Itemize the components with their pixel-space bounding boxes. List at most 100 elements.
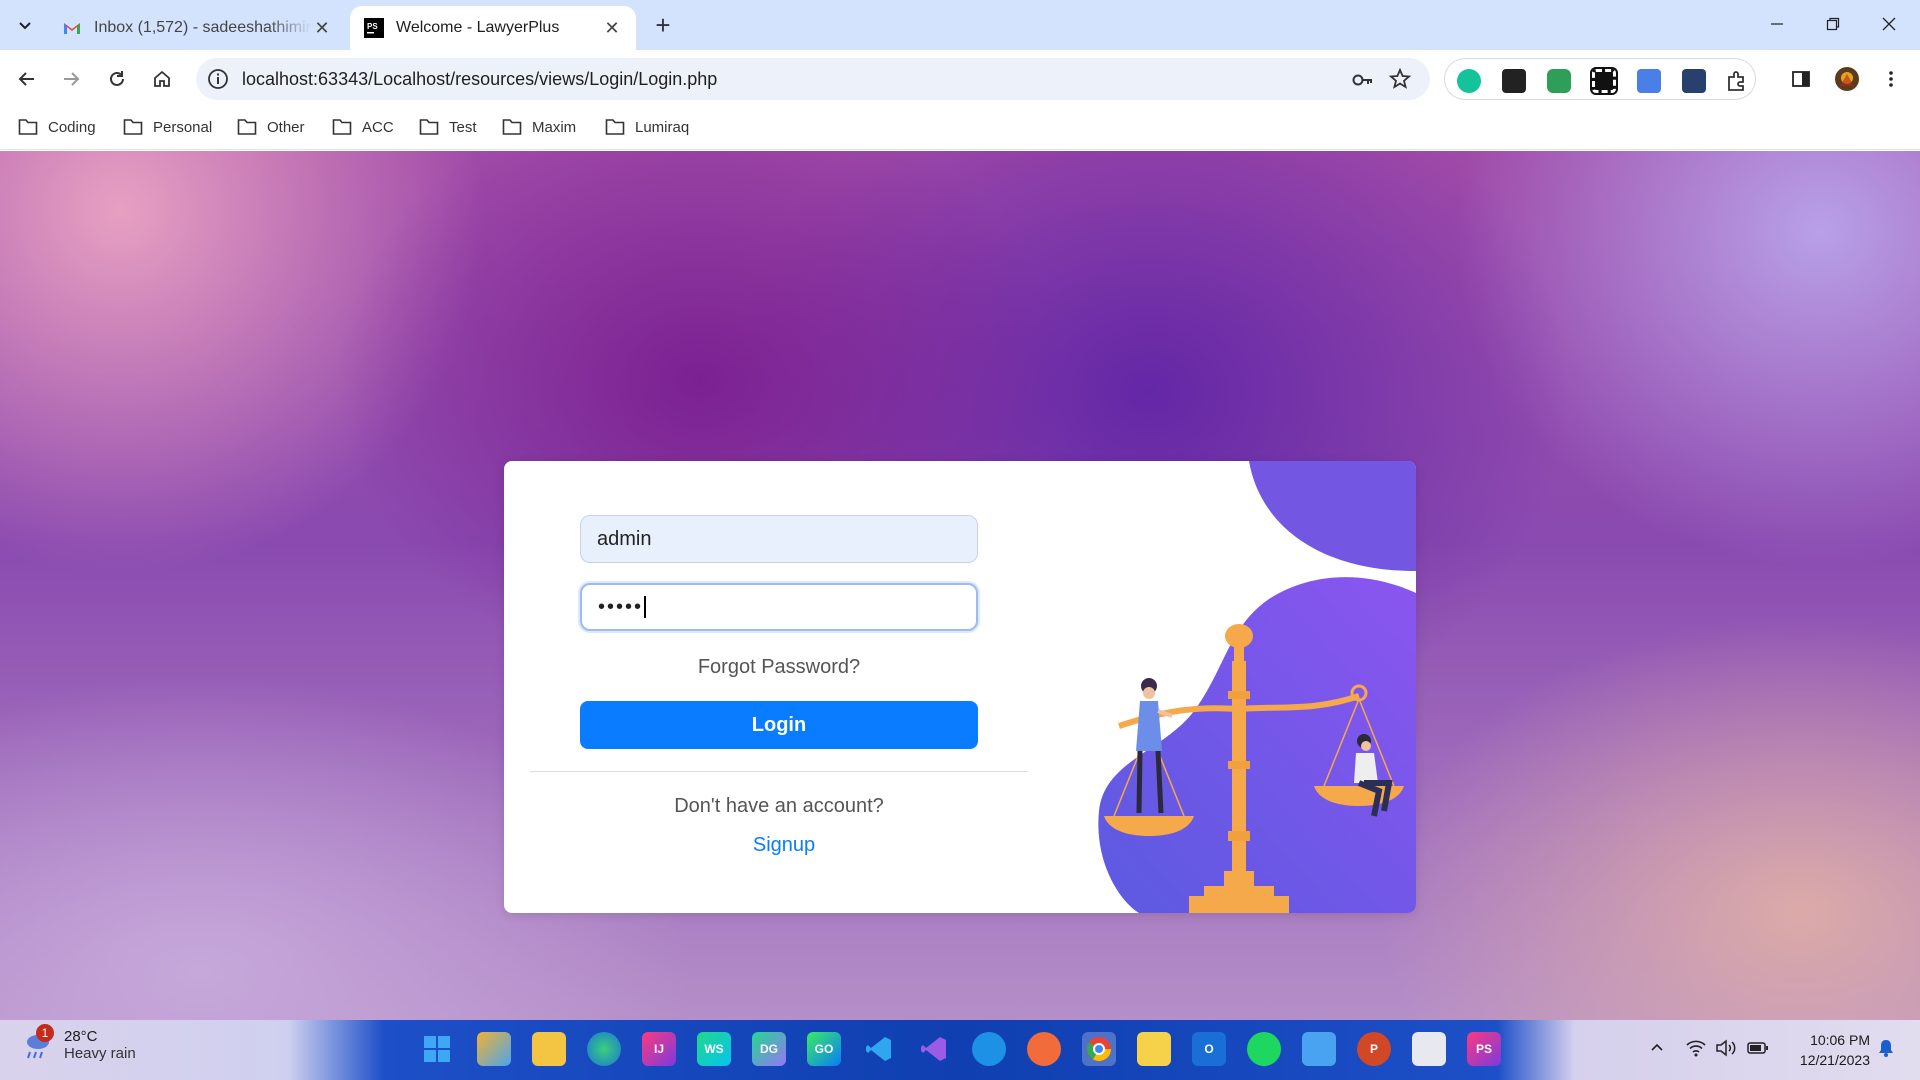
file-explorer-icon[interactable] [532,1032,566,1066]
profile-avatar[interactable] [1830,62,1864,96]
weather-widget[interactable]: 1 28°C Heavy rain [20,1024,136,1062]
start-button[interactable] [420,1032,454,1066]
bookmark-label: ACC [362,118,394,136]
login-button[interactable]: Login [580,701,978,749]
outlook-icon[interactable]: O [1192,1032,1226,1066]
powerpoint-icon[interactable]: P [1357,1032,1391,1066]
password-input[interactable]: ••••• [580,583,978,631]
bookmark-folder-test[interactable]: Test [419,118,477,136]
site-info-icon[interactable] [206,67,230,91]
webstorm-icon[interactable]: WS [697,1032,731,1066]
taskbar: 1 28°C Heavy rain IJ WS DG GO O P PS 10:… [0,1020,1920,1080]
bookmark-label: Personal [153,118,213,136]
page-viewport: admin ••••• Forgot Password? Login Don't… [0,151,1920,1020]
bookmark-folder-other[interactable]: Other [237,118,305,136]
forward-button[interactable] [54,62,88,96]
weather-badge: 1 [36,1024,54,1042]
reload-button[interactable] [100,62,134,96]
clock[interactable]: 10:06 PM 12/21/2023 [1800,1030,1870,1070]
folder-icon [237,119,257,135]
tab-search-button[interactable] [10,10,40,40]
extension-image-icon[interactable] [1682,69,1706,93]
close-tab-icon[interactable]: ✕ [602,18,622,38]
phpstorm-icon[interactable]: PS [1467,1032,1501,1066]
address-bar[interactable]: localhost:63343/Localhost/resources/view… [196,58,1430,100]
password-key-icon[interactable] [1350,68,1374,92]
windows-icon [424,1036,450,1062]
weather-temp: 28°C [64,1028,98,1045]
folder-icon [123,119,143,135]
docker-icon[interactable] [972,1032,1006,1066]
arrow-left-icon [18,72,34,86]
bookmark-folder-coding[interactable]: Coding [18,118,96,136]
edge-icon[interactable] [587,1032,621,1066]
translate-icon[interactable] [1637,69,1661,93]
battery-icon[interactable] [1746,1036,1770,1060]
close-window-icon[interactable] [1866,8,1912,40]
avatar [1835,67,1859,91]
bookmark-folder-lumiraq[interactable]: Lumiraq [605,118,689,136]
taskbar-app-copilot[interactable] [477,1032,511,1066]
tab-title: Welcome - LawyerPlus [396,19,560,36]
volume-icon[interactable] [1714,1036,1738,1060]
extension-film-icon[interactable] [1590,67,1618,95]
snip-sketch-icon[interactable] [1412,1032,1446,1066]
sticky-notes-icon[interactable] [1137,1032,1171,1066]
back-button[interactable] [10,62,44,96]
more-vert-icon [1889,71,1893,87]
restore-icon[interactable] [1810,8,1856,40]
notification-bell-icon[interactable] [1874,1036,1898,1060]
weather-condition: Heavy rain [64,1045,136,1062]
folder-icon [502,119,522,135]
clock-date: 12/21/2023 [1799,1052,1870,1068]
password-value: ••••• [598,595,644,618]
datagrip-icon[interactable]: DG [752,1032,786,1066]
snipping-tool-icon[interactable] [1302,1032,1336,1066]
bookmark-label: Test [449,118,477,136]
arrow-right-icon [64,72,80,86]
extension-bolt-icon[interactable] [1502,69,1526,93]
bookmark-label: Maxim [532,118,577,136]
signup-link[interactable]: Signup [580,834,988,857]
minimize-icon[interactable] [1754,8,1800,40]
tab-lawyerplus[interactable]: PS Welcome - LawyerPlus ✕ [350,6,636,50]
wifi-icon[interactable] [1684,1036,1708,1060]
vscode-icon[interactable] [862,1032,896,1066]
visual-studio-icon[interactable] [917,1032,951,1066]
text-cursor [644,596,647,618]
chevron-up-icon[interactable] [1645,1036,1669,1060]
new-tab-button[interactable]: + [650,10,676,40]
intellij-icon[interactable]: IJ [642,1032,676,1066]
goland-icon[interactable]: GO [807,1032,841,1066]
spotify-icon[interactable] [1247,1032,1281,1066]
browser-menu-button[interactable] [1874,62,1908,96]
forgot-password-link[interactable]: Forgot Password? [580,656,978,679]
close-tab-icon[interactable]: ✕ [312,18,332,38]
username-value: admin [597,527,652,550]
folder-icon [332,119,352,135]
folder-icon [419,119,439,135]
svg-text:PS: PS [367,22,378,31]
folder-icon [18,119,38,135]
login-card: admin ••••• Forgot Password? Login Don't… [504,461,1416,913]
bookmark-folder-personal[interactable]: Personal [123,118,212,136]
side-panel-icon [1792,71,1810,87]
bookmark-folder-maxim[interactable]: Maxim [502,118,576,136]
tab-gmail[interactable]: Inbox (1,572) - sadeeshathimira ✕ [48,6,346,50]
extension-robot-icon[interactable] [1547,69,1571,93]
grammarly-icon[interactable] [1457,69,1481,93]
extensions-puzzle-icon[interactable] [1725,69,1749,93]
home-button[interactable] [145,62,179,96]
bookmarks-bar: Coding Personal Other ACC Test Maxim Lum… [0,108,1920,150]
side-panel-button[interactable] [1784,62,1818,96]
bookmark-label: Lumiraq [635,118,690,136]
chrome-icon[interactable] [1082,1032,1116,1066]
postman-icon[interactable] [1027,1032,1061,1066]
gmail-icon [64,23,80,34]
username-input[interactable]: admin [580,515,978,563]
chevron-down-icon [19,22,31,30]
no-account-text: Don't have an account? [674,795,884,817]
bookmark-star-icon[interactable] [1388,67,1412,91]
clock-time: 10:06 PM [1810,1032,1870,1048]
bookmark-folder-acc[interactable]: ACC [332,118,394,136]
